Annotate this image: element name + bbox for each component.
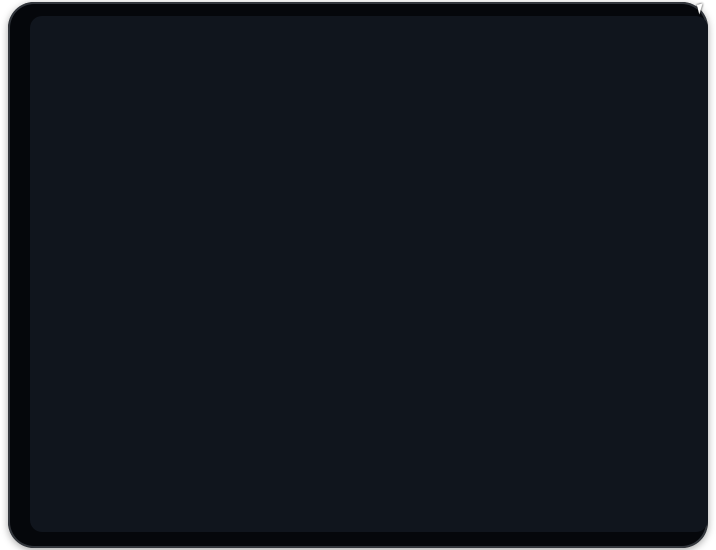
mouse-cursor <box>697 3 705 14</box>
app-window <box>30 16 708 532</box>
screenshot-root <box>0 0 716 550</box>
device-frame <box>8 2 708 548</box>
